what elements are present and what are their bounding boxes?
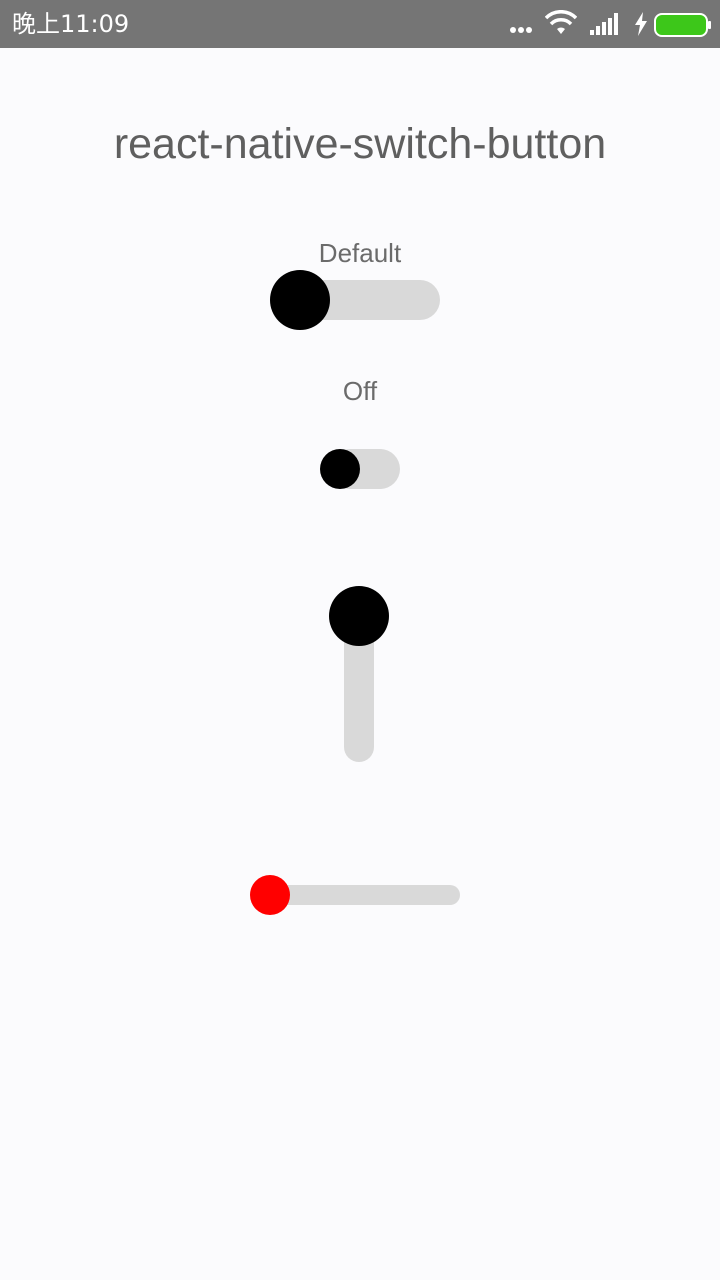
small-switch[interactable] [320, 449, 400, 489]
battery-icon [654, 13, 711, 37]
switch-label-default: Default [318, 238, 402, 268]
vertical-switch[interactable] [329, 586, 389, 762]
status-bar: 晚上11:09 [0, 0, 720, 48]
switch-label-off: Off [342, 376, 378, 406]
signal-icon [590, 13, 618, 35]
switch-thumb [250, 875, 290, 915]
status-time: 晚上11:09 [12, 10, 130, 38]
switch-thumb [329, 586, 389, 646]
wifi-icon [545, 10, 577, 34]
charging-bolt-icon [635, 12, 647, 36]
red-switch[interactable] [250, 875, 460, 915]
switch-thumb [270, 270, 330, 330]
switch-thumb [320, 449, 360, 489]
more-dots-icon [510, 27, 532, 33]
page-title: react-native-switch-button [113, 120, 607, 168]
default-switch[interactable] [270, 270, 440, 330]
switch-track [264, 885, 460, 905]
